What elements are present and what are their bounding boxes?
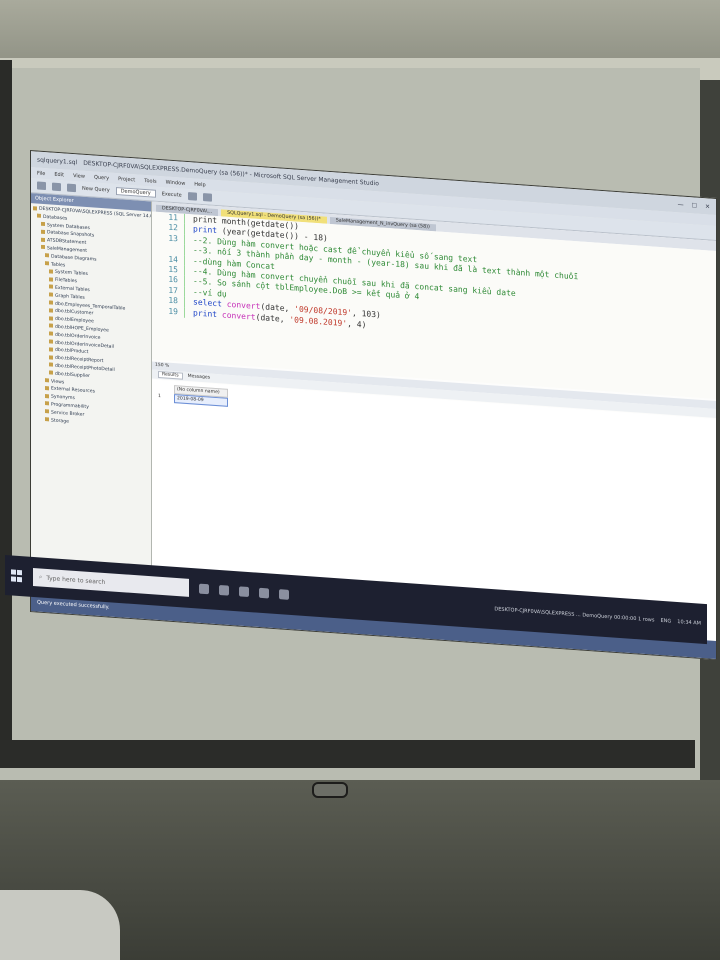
code-token: --ví dụ	[193, 287, 227, 299]
database-icon	[41, 245, 45, 250]
debug-icon[interactable]	[187, 192, 197, 201]
code-token: (date,	[260, 302, 295, 314]
change-gutter	[184, 255, 189, 267]
screen-bottom-bar	[0, 740, 695, 768]
folder-icon	[45, 261, 49, 266]
folder-icon	[49, 292, 53, 297]
table-icon	[49, 362, 53, 368]
table-icon	[49, 323, 53, 329]
folder-icon	[41, 229, 45, 234]
change-gutter	[184, 234, 189, 246]
menu-help[interactable]: Help	[194, 181, 205, 188]
change-gutter	[184, 244, 189, 256]
explorer-tree: DESKTOP-CJRF0VA\SQLEXPRESS (SQL Server 1…	[31, 203, 151, 432]
table-icon	[49, 308, 53, 313]
menu-edit[interactable]: Edit	[54, 171, 64, 178]
table-icon	[49, 331, 53, 336]
parse-icon[interactable]	[202, 193, 212, 202]
screen-frame-edge	[0, 60, 12, 760]
code-token: convert	[221, 310, 256, 322]
hand-corner	[0, 890, 120, 960]
tab-messages[interactable]: Messages	[188, 374, 211, 381]
folder-icon	[49, 284, 53, 290]
ssms-app-icon[interactable]	[259, 587, 269, 599]
change-gutter	[184, 297, 189, 308]
maximize-button[interactable]: ☐	[692, 202, 697, 209]
code-token: , 103)	[351, 308, 381, 320]
folder-icon	[45, 385, 49, 391]
table-icon	[49, 300, 53, 305]
folder-icon	[37, 213, 41, 219]
folder-icon	[45, 393, 49, 398]
code-token: convert	[226, 300, 261, 312]
change-gutter	[184, 286, 189, 298]
execute-button[interactable]: Execute	[162, 191, 182, 198]
change-gutter	[184, 265, 189, 277]
change-gutter	[184, 224, 189, 235]
windows-start-icon[interactable]	[11, 569, 23, 582]
change-gutter	[184, 307, 189, 319]
file-tab-label: sqlquery1.sql	[37, 155, 78, 166]
code-token: print	[193, 224, 222, 236]
change-gutter	[184, 213, 189, 225]
table-icon	[49, 315, 53, 321]
menu-file[interactable]: File	[37, 170, 45, 177]
taskbar-search[interactable]: ⌕ Type here to search	[33, 567, 189, 597]
menu-project[interactable]: Project	[118, 176, 135, 183]
tab-results[interactable]: Results	[158, 370, 183, 380]
object-explorer: Object Explorer DESKTOP-CJRF0VA\SQLEXPRE…	[31, 193, 152, 602]
minimize-button[interactable]: —	[678, 201, 684, 208]
window-controls: — ☐ ✕	[678, 201, 710, 210]
back-icon[interactable]	[37, 181, 46, 191]
table-icon	[49, 347, 53, 352]
database-select[interactable]: DemoQuery	[115, 186, 156, 198]
line-number: 19	[168, 306, 178, 317]
close-button[interactable]: ✕	[705, 203, 710, 210]
file-explorer-icon[interactable]	[219, 584, 229, 596]
language-indicator[interactable]: ENG	[660, 618, 671, 625]
code-token: select	[193, 297, 227, 310]
code-token: (date,	[255, 312, 290, 324]
folder-icon	[45, 409, 49, 414]
folder-icon	[45, 401, 49, 406]
table-icon	[49, 339, 53, 344]
table-icon	[49, 354, 53, 360]
code-token: print	[193, 308, 222, 320]
menu-window[interactable]: Window	[166, 179, 186, 186]
task-view-icon[interactable]	[199, 583, 209, 595]
server-icon	[33, 205, 37, 210]
folder-icon	[45, 417, 49, 422]
folder-icon	[45, 253, 49, 258]
search-icon: ⌕	[39, 573, 43, 581]
menu-view[interactable]: View	[73, 173, 85, 180]
row-number: 1	[158, 393, 161, 400]
screen-pull-handle	[312, 782, 348, 798]
folder-icon	[41, 221, 45, 227]
menu-tools[interactable]: Tools	[144, 177, 156, 184]
app-icon[interactable]	[279, 589, 289, 600]
new-query-button[interactable]: New Query	[82, 186, 110, 194]
code-token: , 4)	[347, 318, 367, 330]
folder-icon	[49, 269, 53, 274]
system-tray: DESKTOP-CJRF0VA\SQLEXPRESS ... DemoQuery…	[494, 606, 701, 626]
tray-status-text: DESKTOP-CJRF0VA\SQLEXPRESS ... DemoQuery…	[494, 606, 655, 624]
table-icon	[49, 370, 53, 375]
save-icon[interactable]	[67, 183, 76, 193]
forward-icon[interactable]	[52, 182, 61, 192]
folder-icon	[49, 277, 53, 282]
menu-query[interactable]: Query	[94, 174, 109, 181]
clock[interactable]: 10:34 AM	[677, 619, 701, 627]
folder-icon	[45, 378, 49, 383]
browser-icon[interactable]	[239, 586, 249, 598]
database-icon	[41, 237, 45, 242]
change-gutter	[184, 276, 189, 287]
